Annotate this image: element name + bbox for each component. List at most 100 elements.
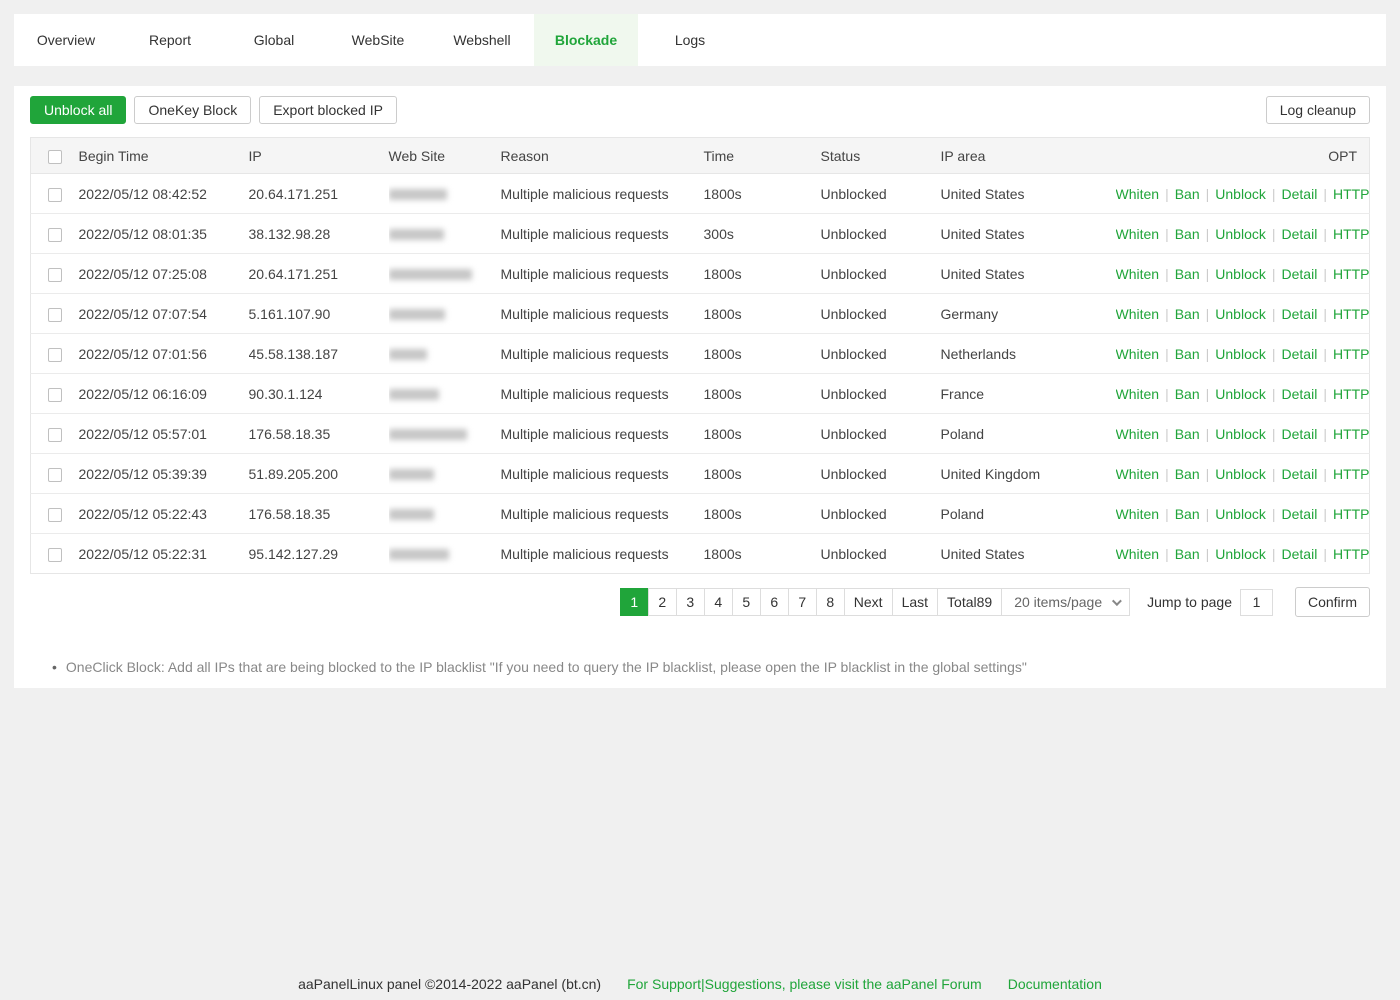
opt-whiten-link[interactable]: Whiten: [1116, 546, 1160, 562]
opt-http-link[interactable]: HTTP: [1333, 386, 1370, 402]
support-forum-link[interactable]: For Support|Suggestions, please visit th…: [627, 976, 982, 992]
ip-cell: 45.58.138.187: [249, 334, 389, 374]
row-checkbox[interactable]: [48, 228, 62, 242]
opt-http-link[interactable]: HTTP: [1333, 546, 1370, 562]
opt-detail-link[interactable]: Detail: [1282, 426, 1318, 442]
tab-logs[interactable]: Logs: [638, 14, 742, 66]
opt-http-link[interactable]: HTTP: [1333, 466, 1370, 482]
opt-detail-link[interactable]: Detail: [1282, 506, 1318, 522]
opt-separator: |: [1206, 506, 1210, 522]
status-cell: Unblocked: [821, 334, 941, 374]
tab-website[interactable]: WebSite: [326, 14, 430, 66]
row-checkbox[interactable]: [48, 308, 62, 322]
opt-http-link[interactable]: HTTP: [1333, 506, 1370, 522]
opt-whiten-link[interactable]: Whiten: [1116, 226, 1160, 242]
opt-detail-link[interactable]: Detail: [1282, 306, 1318, 322]
opt-ban-link[interactable]: Ban: [1175, 466, 1200, 482]
row-checkbox[interactable]: [48, 388, 62, 402]
opt-unblock-link[interactable]: Unblock: [1215, 346, 1266, 362]
unblock-all-button[interactable]: Unblock all: [30, 96, 126, 124]
onekey-block-button[interactable]: OneKey Block: [134, 96, 251, 124]
time-cell: 1800s: [704, 374, 821, 414]
opt-unblock-link[interactable]: Unblock: [1215, 226, 1266, 242]
page-5-button[interactable]: 5: [732, 588, 761, 616]
opt-ban-link[interactable]: Ban: [1175, 506, 1200, 522]
opt-whiten-link[interactable]: Whiten: [1116, 386, 1160, 402]
opt-ban-link[interactable]: Ban: [1175, 266, 1200, 282]
opt-detail-link[interactable]: Detail: [1282, 546, 1318, 562]
select-all-checkbox[interactable]: [48, 150, 62, 164]
tab-webshell[interactable]: Webshell: [430, 14, 534, 66]
opt-http-link[interactable]: HTTP: [1333, 346, 1370, 362]
page-3-button[interactable]: 3: [676, 588, 705, 616]
opt-ban-link[interactable]: Ban: [1175, 546, 1200, 562]
opt-detail-link[interactable]: Detail: [1282, 386, 1318, 402]
page-4-button[interactable]: 4: [704, 588, 733, 616]
opt-ban-link[interactable]: Ban: [1175, 226, 1200, 242]
items-per-page-select[interactable]: 20 items/page: [1001, 588, 1130, 616]
ip-area-cell: Germany: [941, 294, 1116, 334]
opt-ban-link[interactable]: Ban: [1175, 426, 1200, 442]
opt-unblock-link[interactable]: Unblock: [1215, 266, 1266, 282]
opt-separator: |: [1165, 266, 1169, 282]
tab-global[interactable]: Global: [222, 14, 326, 66]
opt-detail-link[interactable]: Detail: [1282, 346, 1318, 362]
row-checkbox[interactable]: [48, 428, 62, 442]
log-cleanup-button[interactable]: Log cleanup: [1266, 96, 1370, 124]
tab-blockade[interactable]: Blockade: [534, 14, 638, 66]
tab-overview[interactable]: Overview: [14, 14, 118, 66]
opt-unblock-link[interactable]: Unblock: [1215, 466, 1266, 482]
opt-unblock-link[interactable]: Unblock: [1215, 306, 1266, 322]
opt-http-link[interactable]: HTTP: [1333, 266, 1370, 282]
table-row: 2022/05/12 05:22:31 95.142.127.29 Multip…: [31, 534, 1370, 574]
page-7-button[interactable]: 7: [788, 588, 817, 616]
opt-whiten-link[interactable]: Whiten: [1116, 266, 1160, 282]
page-8-button[interactable]: 8: [816, 588, 845, 616]
opt-ban-link[interactable]: Ban: [1175, 386, 1200, 402]
opt-ban-link[interactable]: Ban: [1175, 186, 1200, 202]
export-blocked-ip-button[interactable]: Export blocked IP: [259, 96, 397, 124]
row-checkbox[interactable]: [48, 468, 62, 482]
opt-http-link[interactable]: HTTP: [1333, 426, 1370, 442]
jump-to-page-input[interactable]: [1240, 589, 1273, 616]
row-checkbox[interactable]: [48, 348, 62, 362]
opt-unblock-link[interactable]: Unblock: [1215, 186, 1266, 202]
header-ip-area: IP area: [941, 138, 1116, 174]
row-checkbox[interactable]: [48, 268, 62, 282]
opt-detail-link[interactable]: Detail: [1282, 226, 1318, 242]
opt-whiten-link[interactable]: Whiten: [1116, 186, 1160, 202]
opt-ban-link[interactable]: Ban: [1175, 346, 1200, 362]
page-2-button[interactable]: 2: [648, 588, 677, 616]
confirm-button[interactable]: Confirm: [1295, 587, 1370, 617]
opt-detail-link[interactable]: Detail: [1282, 266, 1318, 282]
reason-cell: Multiple malicious requests: [501, 414, 704, 454]
row-checkbox[interactable]: [48, 188, 62, 202]
last-page-button[interactable]: Last: [892, 588, 938, 616]
opt-detail-link[interactable]: Detail: [1282, 186, 1318, 202]
opt-http-link[interactable]: HTTP: [1333, 226, 1370, 242]
opt-whiten-link[interactable]: Whiten: [1116, 426, 1160, 442]
opt-detail-link[interactable]: Detail: [1282, 466, 1318, 482]
opt-whiten-link[interactable]: Whiten: [1116, 506, 1160, 522]
tab-report[interactable]: Report: [118, 14, 222, 66]
documentation-link[interactable]: Documentation: [1008, 976, 1102, 992]
opt-ban-link[interactable]: Ban: [1175, 306, 1200, 322]
page-6-button[interactable]: 6: [760, 588, 789, 616]
header-web-site: Web Site: [389, 138, 501, 174]
page-1-button[interactable]: 1: [620, 588, 649, 616]
row-checkbox[interactable]: [48, 508, 62, 522]
opt-unblock-link[interactable]: Unblock: [1215, 426, 1266, 442]
opt-unblock-link[interactable]: Unblock: [1215, 386, 1266, 402]
time-cell: 1800s: [704, 174, 821, 214]
opt-whiten-link[interactable]: Whiten: [1116, 466, 1160, 482]
next-page-button[interactable]: Next: [844, 588, 893, 616]
row-checkbox[interactable]: [48, 548, 62, 562]
opt-separator: |: [1323, 506, 1327, 522]
opt-whiten-link[interactable]: Whiten: [1116, 306, 1160, 322]
opt-whiten-link[interactable]: Whiten: [1116, 346, 1160, 362]
opt-http-link[interactable]: HTTP: [1333, 306, 1370, 322]
opt-unblock-link[interactable]: Unblock: [1215, 546, 1266, 562]
ip-area-cell: United States: [941, 254, 1116, 294]
opt-http-link[interactable]: HTTP: [1333, 186, 1370, 202]
opt-unblock-link[interactable]: Unblock: [1215, 506, 1266, 522]
